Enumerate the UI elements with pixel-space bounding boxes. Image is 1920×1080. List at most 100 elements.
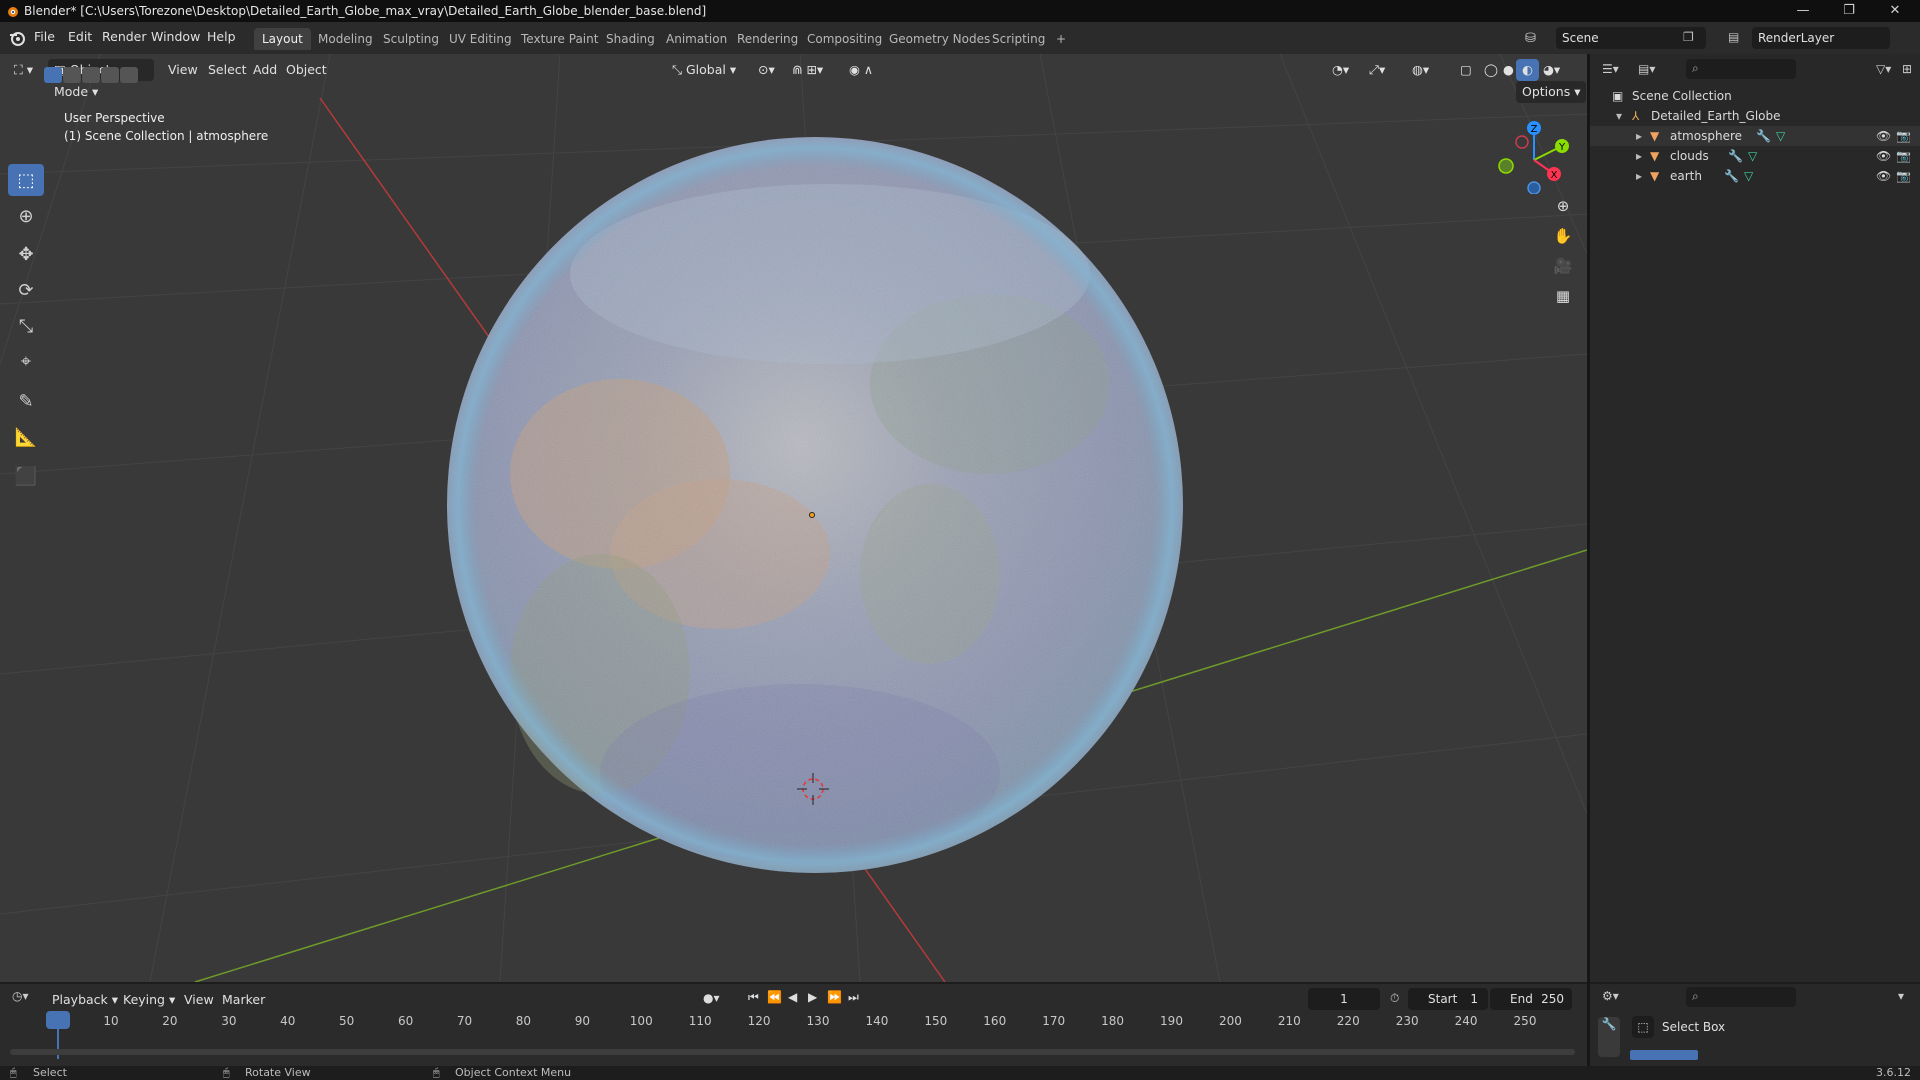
select-new-icon[interactable] (44, 67, 62, 83)
dropdown-chevron-icon[interactable]: ▾ (1898, 989, 1904, 1003)
close-button[interactable]: ✕ (1872, 0, 1918, 22)
overlay-icon[interactable]: ◍▾ (1406, 59, 1435, 81)
properties-search-input[interactable]: ⌕ (1686, 987, 1796, 1007)
tab-uv-editing[interactable]: UV Editing (441, 28, 520, 50)
camera-view-icon[interactable]: 🎥 (1549, 252, 1577, 280)
tab-geometry-nodes[interactable]: Geometry Nodes (881, 28, 998, 50)
maximize-button[interactable]: ❐ (1826, 0, 1872, 22)
viewport-info: User Perspective (1) Scene Collection | … (64, 109, 268, 145)
tab-animation[interactable]: Animation (658, 28, 735, 50)
render-camera-icon[interactable]: 📷 (1896, 166, 1911, 186)
expand-arrow-icon[interactable]: ▸ (1636, 146, 1642, 166)
outliner-row-collection[interactable]: ▾ ⅄ Detailed_Earth_Globe (1590, 106, 1920, 126)
mesh-data-icon[interactable]: ▽ (1776, 126, 1785, 146)
playhead-marker[interactable] (46, 1011, 70, 1029)
rendered-shading-icon[interactable]: ◕▾ (1537, 59, 1566, 81)
eye-visibility-icon[interactable]: 👁 (1876, 126, 1891, 146)
blender-logo-icon (5, 4, 19, 18)
new-collection-icon[interactable]: ⊞ (1902, 62, 1912, 76)
navigation-gizmo[interactable]: Z Y X (1494, 114, 1574, 194)
tab-modeling[interactable]: Modeling (310, 28, 381, 50)
tab-sculpting[interactable]: Sculpting (375, 28, 447, 50)
select-extend-icon[interactable] (63, 67, 81, 83)
eye-visibility-icon[interactable]: 👁 (1876, 166, 1891, 186)
render-camera-icon[interactable]: 📷 (1896, 146, 1911, 166)
render-camera-icon[interactable]: 📷 (1896, 126, 1911, 146)
outliner-editor-type-icon[interactable]: ☰▾ (1602, 62, 1619, 76)
menu-select[interactable]: Select (202, 59, 253, 81)
3d-viewport[interactable]: ⛶ ▾ ▣ Object Mode ▾ View Select Add Obje… (0, 54, 1587, 982)
zoom-icon[interactable]: ⊕ (1549, 192, 1577, 220)
select-intersect-icon[interactable] (120, 67, 138, 83)
menu-add[interactable]: Add (247, 59, 283, 81)
outliner-row-clouds[interactable]: ▸ ▼ clouds 🔧 ▽ 👁 📷 (1590, 146, 1920, 166)
outliner-filter-icon[interactable]: ▽▾ (1876, 62, 1891, 76)
scene-selector-icon[interactable]: ⛁ (1525, 31, 1536, 46)
grid-projection-icon[interactable]: ▦ (1549, 282, 1577, 310)
pivot-icon[interactable]: ⊙▾ (752, 59, 781, 81)
blender-menu-icon[interactable] (8, 29, 26, 47)
proportional-edit-icon[interactable]: ◉ ∧ (843, 59, 879, 81)
menu-help[interactable]: Help (207, 29, 236, 44)
select-invert-icon[interactable] (101, 67, 119, 83)
gizmo-icon[interactable]: ⤢▾ (1363, 59, 1391, 81)
eye-visibility-icon[interactable]: 👁 (1876, 146, 1891, 166)
display-mode-icon[interactable]: ▤▾ (1638, 62, 1655, 76)
outliner-row-earth[interactable]: ▸ ▼ earth 🔧 ▽ 👁 📷 (1590, 166, 1920, 186)
menu-view[interactable]: View (162, 59, 204, 81)
outliner-row-scene-collection[interactable]: ▣ Scene Collection (1590, 86, 1920, 106)
minimize-button[interactable]: — (1780, 0, 1826, 22)
modifier-icon[interactable]: 🔧 (1724, 166, 1739, 186)
add-cube-tool-icon[interactable]: ⬛ (8, 460, 44, 492)
tab-rendering[interactable]: Rendering (729, 28, 806, 50)
tab-scripting[interactable]: Scripting (984, 28, 1053, 50)
modifier-icon[interactable]: 🔧 (1756, 126, 1771, 146)
tab-compositing[interactable]: Compositing (799, 28, 890, 50)
cursor-tool-icon[interactable]: ⊕ (8, 200, 44, 232)
view-layer-field[interactable]: RenderLayer (1752, 27, 1890, 49)
menu-edit[interactable]: Edit (68, 29, 92, 44)
tab-shading[interactable]: Shading (598, 28, 663, 50)
mesh-object-icon: ▼ (1650, 149, 1660, 163)
view-layer-icon[interactable]: ▤ (1728, 30, 1739, 44)
menu-file[interactable]: File (34, 29, 55, 44)
select-subtract-icon[interactable] (82, 67, 100, 83)
menu-window[interactable]: Window (151, 29, 200, 44)
material-shading-icon[interactable]: ◐ (1516, 59, 1539, 81)
properties-editor-type-icon[interactable]: ⚙▾ (1602, 989, 1619, 1003)
timeline-tick-label: 140 (865, 1014, 889, 1028)
add-workspace-button[interactable]: + (1048, 28, 1074, 50)
tool-tab-icon[interactable]: 🔧 (1598, 1017, 1620, 1057)
options-button[interactable]: Options ▾ (1516, 81, 1587, 103)
expand-arrow-icon[interactable]: ▾ (1616, 106, 1622, 126)
annotate-tool-icon[interactable]: ✎ (8, 385, 44, 417)
menu-object[interactable]: Object (280, 59, 333, 81)
timeline-tick-label: 30 (221, 1014, 237, 1028)
mesh-data-icon[interactable]: ▽ (1748, 146, 1757, 166)
transform-tool-icon[interactable]: ⌖ (8, 345, 44, 377)
menu-render[interactable]: Render (102, 29, 147, 44)
timeline-scrollbar[interactable] (10, 1049, 1575, 1055)
orientation-selector[interactable]: ⤡ Global ▾ (666, 59, 742, 81)
mesh-data-icon[interactable]: ▽ (1744, 166, 1753, 186)
tab-texture-paint[interactable]: Texture Paint (513, 28, 606, 50)
move-tool-icon[interactable]: ✥ (8, 238, 44, 270)
measure-tool-icon[interactable]: 📐 (8, 421, 44, 453)
outliner-search-input[interactable]: ⌕ (1686, 59, 1796, 79)
tab-layout[interactable]: Layout (254, 28, 311, 50)
new-scene-icon[interactable]: ❐ (1683, 30, 1694, 44)
modifier-icon[interactable]: 🔧 (1728, 146, 1743, 166)
pan-hand-icon[interactable]: ✋ (1549, 222, 1577, 250)
rotate-tool-icon[interactable]: ⟳ (8, 274, 44, 306)
select-mode-strip[interactable] (1630, 1050, 1698, 1060)
outliner-row-atmosphere[interactable]: ▸ ▼ atmosphere 🔧 ▽ 👁 📷 (1590, 126, 1920, 146)
scale-tool-icon[interactable]: ⤡ (8, 310, 44, 342)
snap-icon[interactable]: ⋒ ⊞▾ (786, 59, 829, 81)
expand-arrow-icon[interactable]: ▸ (1636, 166, 1642, 186)
xray-icon[interactable]: ▢ (1454, 59, 1478, 81)
editor-type-icon[interactable]: ⛶ ▾ (8, 59, 39, 81)
visibility-icon[interactable]: ◔▾ (1326, 59, 1355, 81)
select-box-tool-icon[interactable]: ⬚ (8, 164, 44, 196)
window-title: Blender* [C:\Users\Torezone\Desktop\Deta… (24, 4, 707, 18)
expand-arrow-icon[interactable]: ▸ (1636, 126, 1642, 146)
